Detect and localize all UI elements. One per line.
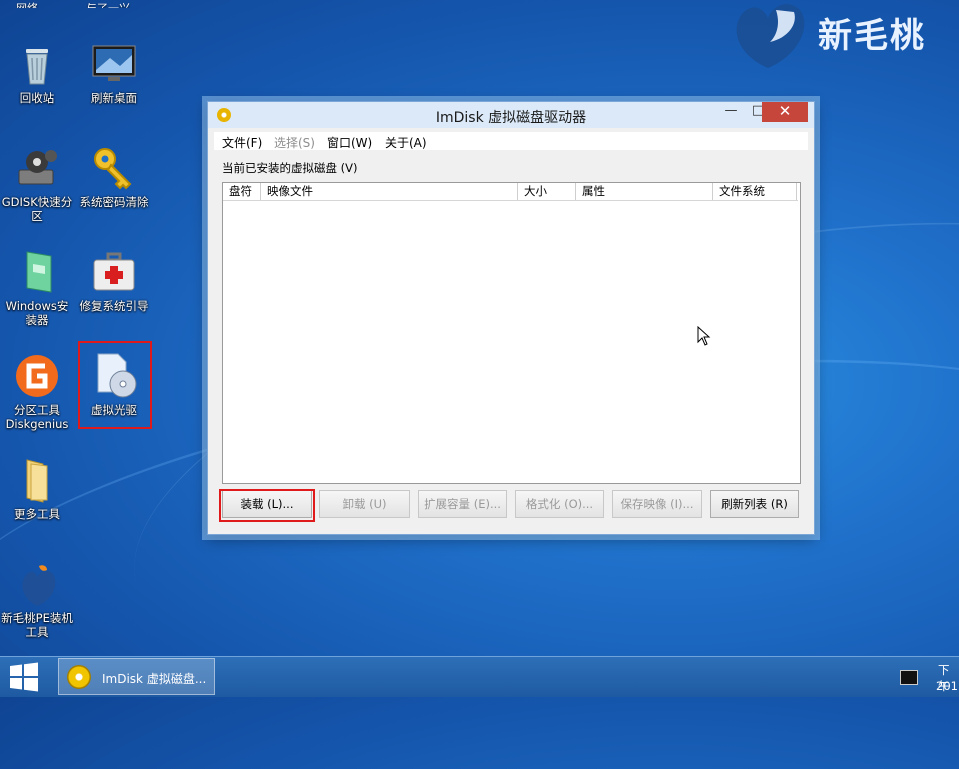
menu-select[interactable]: 选择(S) xyxy=(274,134,315,151)
column-size[interactable]: 大小 xyxy=(518,183,576,200)
desktop-icon-pe-installer[interactable]: 新毛桃PE装机工具 xyxy=(0,560,74,639)
desktop-icon-label: 更多工具 xyxy=(14,507,60,521)
title-bar[interactable]: ImDisk 虚拟磁盘驱动器 — □ ✕ xyxy=(208,102,814,128)
clock-date[interactable]: 201 xyxy=(936,679,958,693)
windows-logo-icon xyxy=(10,662,38,692)
desktop-icon-more-tools[interactable]: 更多工具 xyxy=(0,456,74,521)
format-button[interactable]: 格式化 (O)... xyxy=(515,490,604,518)
desktop-icon-label-cut: 网络 xyxy=(16,0,60,8)
menu-window[interactable]: 窗口(W) xyxy=(327,134,372,151)
unmount-button[interactable]: 卸载 (U) xyxy=(319,490,410,518)
desktop-icon-label: 系统密码清除 xyxy=(79,195,149,209)
menu-about[interactable]: 关于(A) xyxy=(385,134,427,151)
desktop-icon-label: 回收站 xyxy=(19,91,55,105)
installed-disks-label: 当前已安装的虚拟磁盘 (V) xyxy=(222,161,358,175)
close-button[interactable]: ✕ xyxy=(762,102,808,122)
recycle-bin-icon xyxy=(13,40,61,88)
taskbar: ImDisk 虚拟磁盘... 下午 201 xyxy=(0,656,959,697)
start-button[interactable] xyxy=(8,662,40,692)
disk-gear-icon xyxy=(13,144,61,192)
desktop-icon-label: 刷新桌面 xyxy=(91,91,137,105)
column-drive-letter[interactable]: 盘符 xyxy=(223,183,261,200)
column-properties[interactable]: 属性 xyxy=(576,183,713,200)
desktop-icon-recycle-bin[interactable]: 回收站 xyxy=(0,40,74,105)
diskgenius-icon xyxy=(13,352,61,400)
key-icon xyxy=(90,144,138,192)
brand-text: 新毛桃 xyxy=(818,16,926,56)
taskbar-item-imdisk[interactable]: ImDisk 虚拟磁盘... xyxy=(58,658,215,695)
desktop-icon-refresh-desktop[interactable]: 刷新桌面 xyxy=(77,40,151,105)
folder-icon xyxy=(13,456,61,504)
desktop-icon-boot-repair[interactable]: 修复系统引导 xyxy=(77,248,151,313)
desktop-icon-label: 新毛桃PE装机工具 xyxy=(1,611,73,639)
menu-bar: 文件(F) 选择(S) 窗口(W) 关于(A) xyxy=(214,132,808,150)
imdisk-taskbar-icon xyxy=(67,665,91,689)
column-file-system[interactable]: 文件系统 xyxy=(713,183,797,200)
brand-logo: 新毛桃 xyxy=(728,0,959,70)
highlight-mount-button xyxy=(219,489,315,522)
mouse-cursor-icon xyxy=(697,326,711,346)
desktop-icon-label: Windows安装器 xyxy=(5,299,69,327)
column-image-file[interactable]: 映像文件 xyxy=(261,183,518,200)
desktop-icon-label-cut: 与了一兴 xyxy=(86,0,150,8)
refresh-list-button[interactable]: 刷新列表 (R) xyxy=(710,490,799,518)
taskbar-item-label: ImDisk 虚拟磁盘... xyxy=(102,672,207,686)
desktop-icon-label: 修复系统引导 xyxy=(79,299,149,313)
menu-file[interactable]: 文件(F) xyxy=(222,134,262,151)
desktop-icon-label: GDISK快速分区 xyxy=(1,195,73,223)
display-tray-icon[interactable] xyxy=(900,670,918,685)
imdisk-window[interactable]: ImDisk 虚拟磁盘驱动器 — □ ✕ 文件(F) 选择(S) 窗口(W) 关… xyxy=(207,101,815,535)
peach-logo-icon xyxy=(736,4,805,69)
virtual-disk-list[interactable]: 盘符 映像文件 大小 属性 文件系统 xyxy=(222,182,801,484)
list-header: 盘符 映像文件 大小 属性 文件系统 xyxy=(223,183,798,201)
installer-icon xyxy=(13,248,61,296)
minimize-button[interactable]: — xyxy=(717,102,745,122)
desktop-icon-gdisk[interactable]: GDISK快速分区 xyxy=(0,144,74,223)
extend-button[interactable]: 扩展容量 (E)... xyxy=(418,490,507,518)
desktop-icon-windows-installer[interactable]: Windows安装器 xyxy=(0,248,74,327)
monitor-icon xyxy=(90,40,138,88)
highlight-virtual-drive xyxy=(78,341,152,429)
desktop-icon-diskgenius[interactable]: 分区工具Diskgenius xyxy=(0,352,74,431)
desktop-icon-label: 分区工具Diskgenius xyxy=(5,403,69,431)
peach-icon xyxy=(13,560,61,608)
save-image-button[interactable]: 保存映像 (I)... xyxy=(612,490,702,518)
first-aid-kit-icon xyxy=(90,248,138,296)
desktop-icon-password-clear[interactable]: 系统密码清除 xyxy=(77,144,151,209)
